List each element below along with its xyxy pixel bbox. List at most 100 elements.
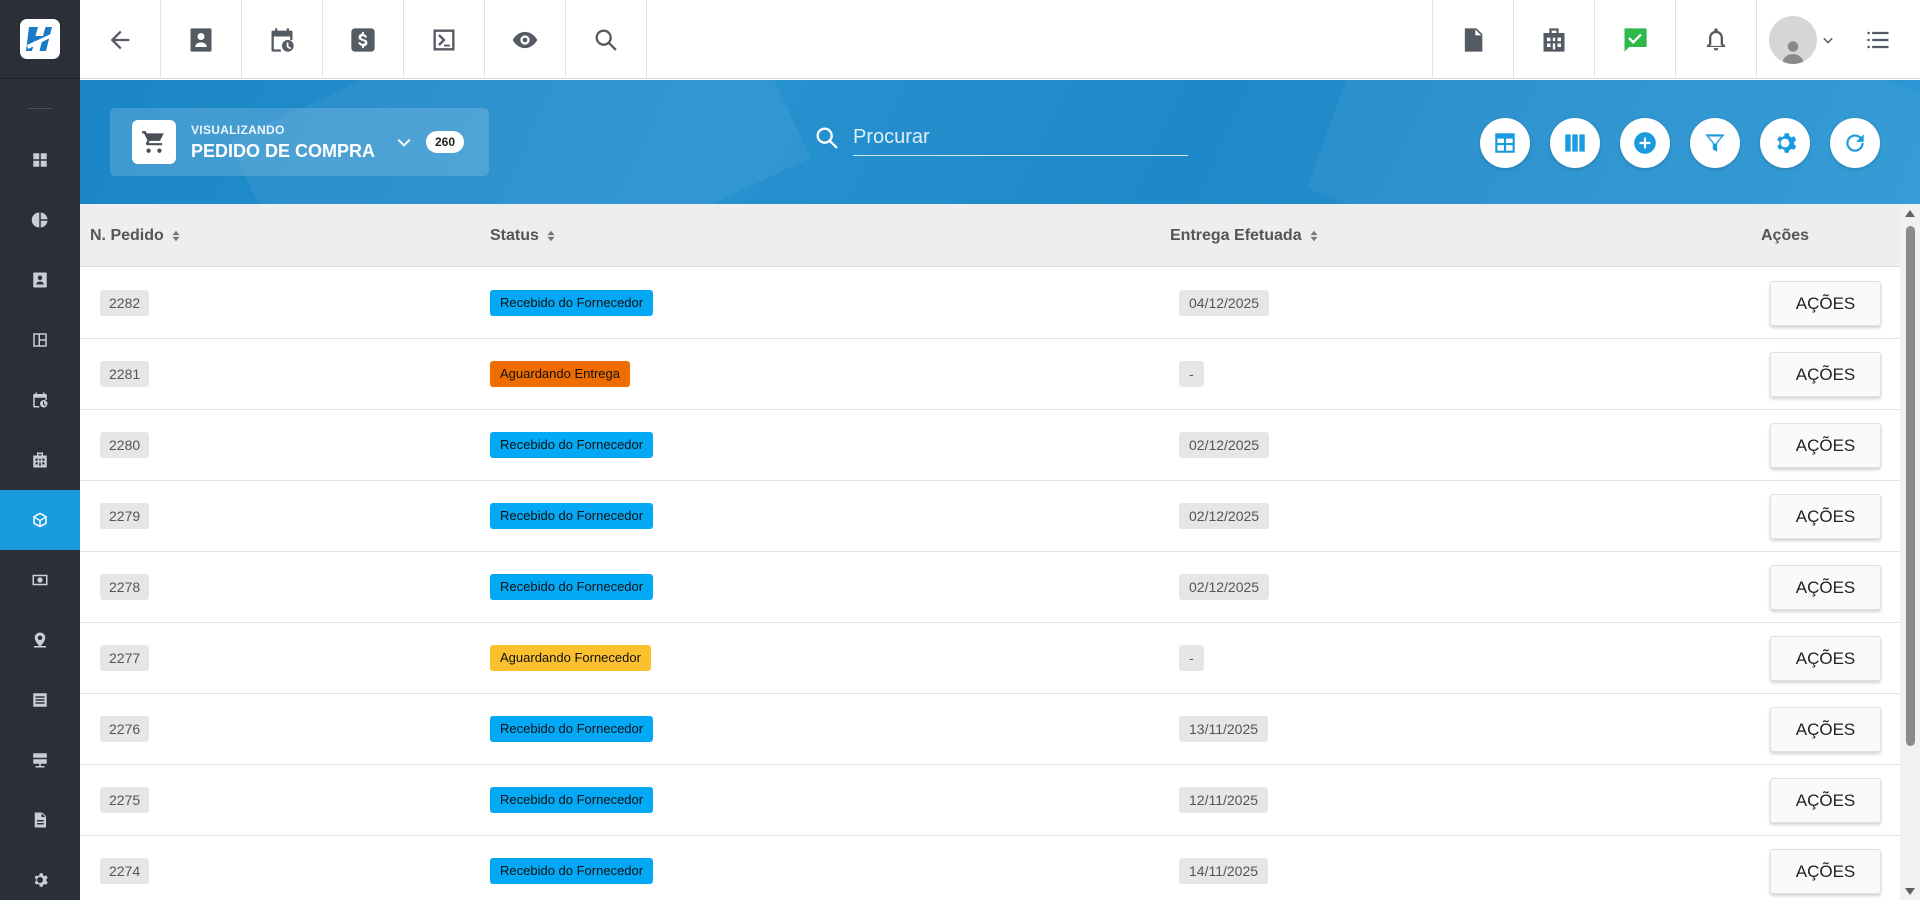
table-header: N. Pedido Status Entrega Efetuada Ações [80, 204, 1900, 267]
sidebar-item-settings[interactable] [0, 850, 80, 910]
record-count-badge: 260 [426, 131, 465, 153]
scroll-down-arrow[interactable] [1905, 888, 1915, 895]
contacts-icon [33, 272, 47, 288]
table-view-icon [1495, 133, 1515, 153]
dashboard-icon [33, 153, 47, 167]
finance-button[interactable] [323, 0, 404, 79]
columns-button[interactable] [1550, 118, 1600, 168]
status-badge: Recebido do Fornecedor [490, 574, 654, 600]
user-menu[interactable] [1756, 0, 1837, 79]
filter-icon [1705, 134, 1725, 152]
back-button[interactable] [80, 0, 161, 79]
column-header-number[interactable]: N. Pedido [90, 204, 182, 267]
actions-button[interactable]: AÇÕES [1770, 565, 1881, 610]
delivery-date: 12/11/2025 [1179, 787, 1269, 813]
column-label: Status [490, 226, 539, 244]
contacts-button[interactable] [161, 0, 242, 79]
module-text: VISUALIZANDO PEDIDO DE COMPRA [191, 123, 375, 162]
sidebar-item-lists[interactable] [0, 670, 80, 730]
actions-button[interactable]: AÇÕES [1770, 423, 1881, 468]
view-button[interactable] [485, 0, 566, 79]
search-button[interactable] [566, 0, 647, 79]
pdf-button[interactable] [1432, 0, 1513, 79]
sidebar-item-reports[interactable] [0, 190, 80, 250]
pdf-icon [1464, 27, 1483, 52]
sidebar-item-dashboard[interactable] [0, 130, 80, 190]
column-header-status[interactable]: Status [490, 204, 557, 267]
sidebar-item-contacts[interactable] [0, 250, 80, 310]
sidebar-item-locations[interactable] [0, 610, 80, 670]
column-header-delivery[interactable]: Entrega Efetuada [1170, 204, 1320, 267]
order-number: 2280 [100, 432, 150, 458]
app-logo [20, 19, 60, 59]
status-badge: Recebido do Fornecedor [490, 290, 654, 316]
refresh-button[interactable] [1830, 118, 1880, 168]
sidebar-item-kanban[interactable] [0, 310, 80, 370]
add-button[interactable] [1620, 118, 1670, 168]
scroll-thumb[interactable] [1906, 226, 1915, 746]
terminal-button[interactable] [404, 0, 485, 79]
actions-button[interactable]: AÇÕES [1770, 849, 1881, 894]
table-view-button[interactable] [1480, 118, 1530, 168]
schedule-button[interactable] [242, 0, 323, 79]
actions-button[interactable]: AÇÕES [1770, 778, 1881, 823]
chevron-down-icon [392, 130, 416, 159]
columns-icon [1565, 134, 1585, 152]
actions-button[interactable]: AÇÕES [1770, 494, 1881, 539]
actions-button[interactable]: AÇÕES [1770, 352, 1881, 397]
sidebar-item-documents[interactable] [0, 790, 80, 850]
table-row[interactable]: 2282 Recebido do Fornecedor 04/12/2025 AÇÕE… [80, 268, 1900, 339]
company-button[interactable] [1513, 0, 1594, 79]
package-icon [33, 512, 47, 528]
notifications-button[interactable] [1675, 0, 1756, 79]
table-row[interactable]: 2280 Recebido do Fornecedor 02/12/2025 AÇÕE… [80, 410, 1900, 481]
column-label: Entrega Efetuada [1170, 226, 1302, 244]
actions-button[interactable]: AÇÕES [1770, 636, 1881, 681]
back-arrow-icon [110, 30, 130, 49]
server-icon [33, 753, 47, 768]
header-decoration [1306, 80, 1920, 204]
page-header: VISUALIZANDO PEDIDO DE COMPRA 260 [80, 80, 1920, 204]
delivery-date: 14/11/2025 [1179, 858, 1269, 884]
sidebar-item-servers[interactable] [0, 730, 80, 790]
table-row[interactable]: 2276 Recebido do Fornecedor 13/11/2025 AÇÕE… [80, 694, 1900, 765]
module-title: PEDIDO DE COMPRA [191, 140, 376, 161]
settings-icon [1777, 133, 1797, 153]
actions-button[interactable]: AÇÕES [1770, 281, 1881, 326]
scroll-up-arrow[interactable] [1905, 210, 1915, 217]
sidebar-divider [28, 108, 52, 109]
order-number: 2275 [100, 787, 150, 813]
sort-icon [1310, 230, 1318, 241]
sidebar-item-calendar[interactable] [0, 370, 80, 430]
table-row[interactable]: 2274 Recebido do Fornecedor 14/11/2025 AÇÕE… [80, 836, 1900, 900]
table-row[interactable]: 2278 Recebido do Fornecedor 02/12/2025 AÇÕE… [80, 552, 1900, 623]
main-menu-button[interactable] [1837, 0, 1918, 79]
document-icon [34, 812, 46, 828]
search-input[interactable] [853, 120, 1188, 156]
column-header-actions: Ações [1761, 204, 1809, 267]
shopping-cart-icon [142, 131, 164, 153]
sidebar-item-purchases[interactable] [0, 490, 80, 550]
vertical-scrollbar[interactable] [1900, 204, 1920, 900]
sidebar-item-finance[interactable] [0, 550, 80, 610]
logo-area[interactable] [0, 0, 80, 79]
settings-button[interactable] [1760, 118, 1810, 168]
module-selector[interactable]: VISUALIZANDO PEDIDO DE COMPRA 260 [110, 108, 489, 176]
delivery-date: 13/11/2025 [1179, 716, 1269, 742]
actions-button[interactable]: AÇÕES [1770, 707, 1881, 752]
table-row[interactable]: 2279 Recebido do Fornecedor 02/12/2025 AÇÕE… [80, 481, 1900, 552]
table-row[interactable]: 2281 Aguardando Entrega - AÇÕES [80, 339, 1900, 410]
delivery-date: 02/12/2025 [1179, 503, 1270, 529]
messages-button[interactable] [1594, 0, 1675, 79]
status-badge: Aguardando Fornecedor [490, 645, 651, 671]
status-badge: Recebido do Fornecedor [490, 858, 654, 884]
table-row[interactable]: 2277 Aguardando Fornecedor - AÇÕES [80, 623, 1900, 694]
calendar-icon [33, 392, 48, 408]
sidebar-item-company[interactable] [0, 430, 80, 490]
filter-button[interactable] [1690, 118, 1740, 168]
order-number: 2278 [100, 574, 150, 600]
delivery-date: - [1179, 361, 1204, 387]
table-row[interactable]: 2275 Recebido do Fornecedor 12/11/2025 AÇÕE… [80, 765, 1900, 836]
column-label: N. Pedido [90, 226, 164, 244]
money-icon [32, 574, 48, 586]
